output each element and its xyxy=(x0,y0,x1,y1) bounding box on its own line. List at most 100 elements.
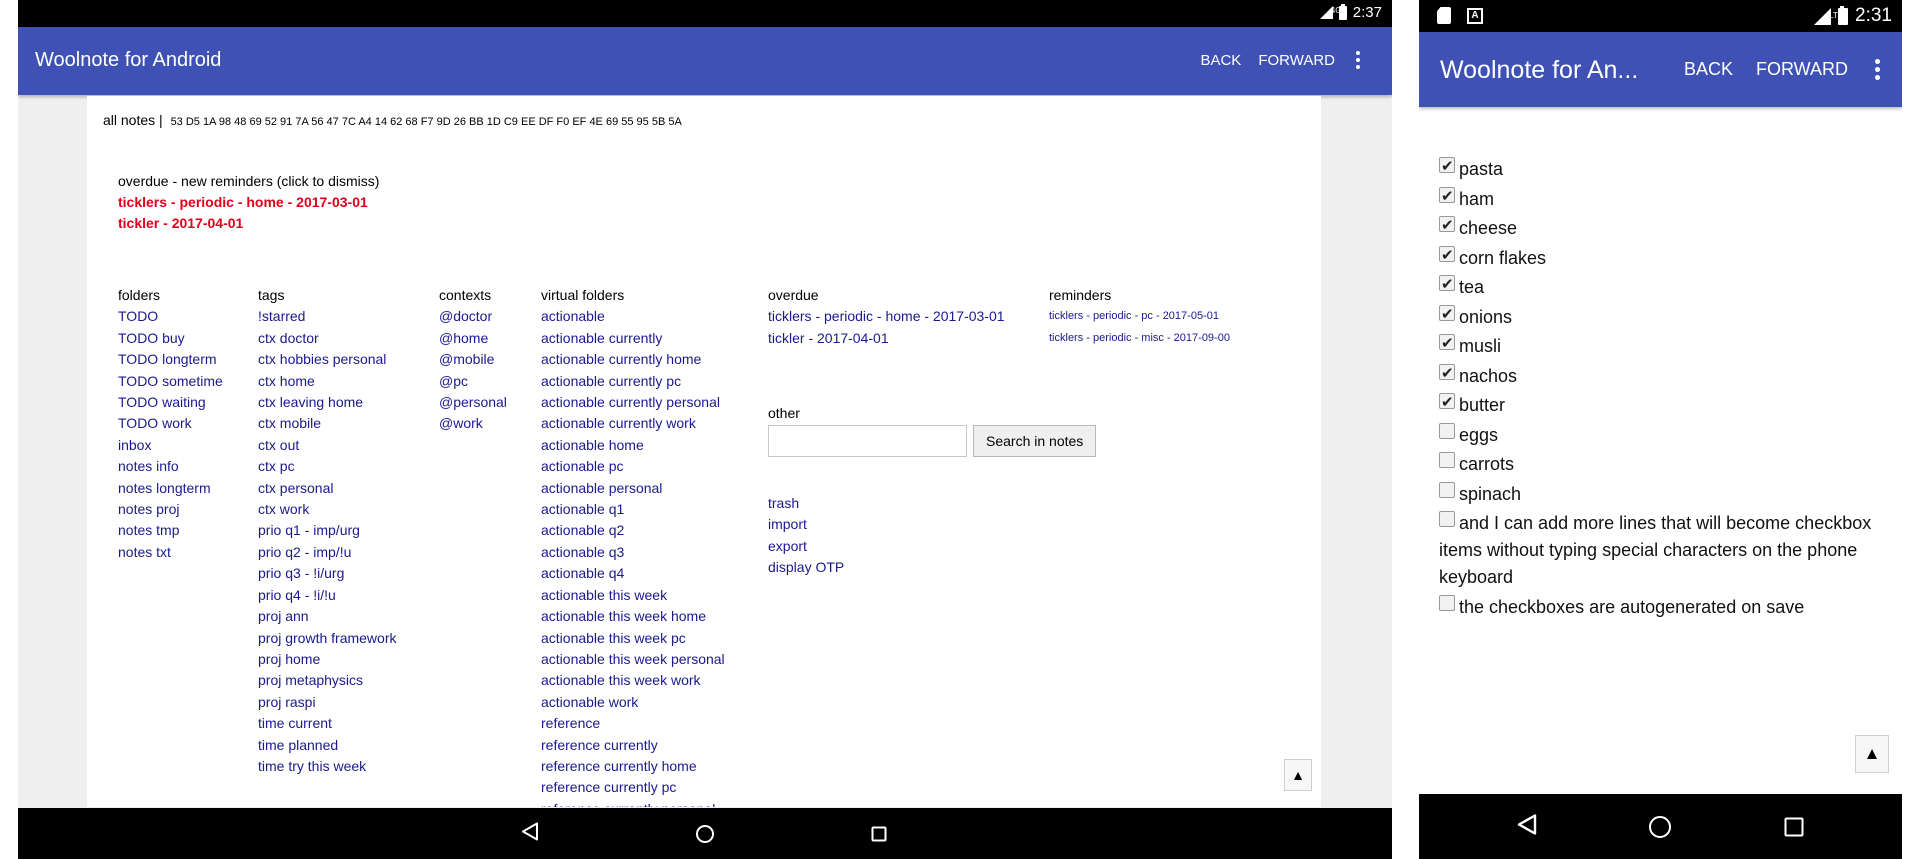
display-otp-link[interactable]: display OTP xyxy=(768,557,844,578)
import-link[interactable]: import xyxy=(768,514,844,535)
virtual-folders-link[interactable]: actionable this week pc xyxy=(541,628,725,649)
folders-link[interactable]: inbox xyxy=(118,435,223,456)
checked-checkbox[interactable] xyxy=(1439,360,1455,387)
overflow-menu-icon[interactable] xyxy=(1352,51,1364,69)
tags-link[interactable]: prio q2 - imp/!u xyxy=(258,542,397,563)
checked-checkbox[interactable] xyxy=(1439,389,1455,416)
folders-link[interactable]: notes info xyxy=(118,456,223,477)
search-in-notes-button[interactable]: Search in notes xyxy=(973,425,1097,457)
overdue-reminder-item[interactable]: tickler - 2017-04-01 xyxy=(118,213,379,234)
all-notes-link[interactable]: all notes | xyxy=(103,112,163,128)
back-nav-icon[interactable] xyxy=(1517,813,1537,840)
scroll-to-top-button[interactable]: ▲ xyxy=(1855,735,1889,773)
tags-link[interactable]: ctx leaving home xyxy=(258,392,397,413)
virtual-folders-link[interactable]: actionable q3 xyxy=(541,542,725,563)
virtual-folders-link[interactable]: actionable currently xyxy=(541,328,725,349)
folders-link[interactable]: TODO work xyxy=(118,413,223,434)
checked-checkbox[interactable] xyxy=(1439,153,1455,180)
contexts-link[interactable]: @home xyxy=(439,328,507,349)
virtual-folders-link[interactable]: actionable this week xyxy=(541,585,725,606)
unchecked-checkbox[interactable] xyxy=(1439,511,1455,527)
virtual-folders-link[interactable]: actionable q1 xyxy=(541,499,725,520)
tags-link[interactable]: ctx doctor xyxy=(258,328,397,349)
tags-link[interactable]: ctx hobbies personal xyxy=(258,349,397,370)
tags-link[interactable]: prio q1 - imp/urg xyxy=(258,520,397,541)
recents-nav-icon[interactable] xyxy=(871,826,887,841)
tags-link[interactable]: proj growth framework xyxy=(258,628,397,649)
overdue-link[interactable]: tickler - 2017-04-01 xyxy=(768,328,1005,349)
virtual-folders-link[interactable]: actionable currently home xyxy=(541,349,725,370)
checked-checkbox[interactable] xyxy=(1439,271,1455,298)
virtual-folders-link[interactable]: actionable this week work xyxy=(541,670,725,691)
contexts-link[interactable]: @doctor xyxy=(439,306,507,327)
virtual-folders-link[interactable]: actionable personal xyxy=(541,478,725,499)
virtual-folders-link[interactable]: actionable this week personal xyxy=(541,649,725,670)
tags-link[interactable]: time try this week xyxy=(258,756,397,777)
forward-button[interactable]: FORWARD xyxy=(1756,59,1848,80)
tags-link[interactable]: time planned xyxy=(258,735,397,756)
tags-link[interactable]: proj home xyxy=(258,649,397,670)
back-button[interactable]: BACK xyxy=(1684,59,1733,80)
back-button[interactable]: BACK xyxy=(1200,52,1241,69)
checked-checkbox[interactable] xyxy=(1439,183,1455,210)
recents-nav-icon[interactable] xyxy=(1784,817,1804,836)
contexts-link[interactable]: @pc xyxy=(439,371,507,392)
tags-link[interactable]: ctx out xyxy=(258,435,397,456)
tags-link[interactable]: time current xyxy=(258,713,397,734)
tags-link[interactable]: prio q3 - !i/urg xyxy=(258,563,397,584)
tags-link[interactable]: ctx home xyxy=(258,371,397,392)
folders-link[interactable]: TODO buy xyxy=(118,328,223,349)
trash-link[interactable]: trash xyxy=(768,493,844,514)
contexts-link[interactable]: @personal xyxy=(439,392,507,413)
tags-link[interactable]: proj ann xyxy=(258,606,397,627)
virtual-folders-link[interactable]: actionable currently personal xyxy=(541,392,725,413)
checked-checkbox[interactable] xyxy=(1439,242,1455,269)
scroll-to-top-button[interactable]: ▲ xyxy=(1284,759,1312,791)
note-id-list[interactable]: 53 D5 1A 98 48 69 52 91 7A 56 47 7C A4 1… xyxy=(171,116,682,128)
virtual-folders-link[interactable]: actionable q4 xyxy=(541,563,725,584)
contexts-link[interactable]: @work xyxy=(439,413,507,434)
unchecked-checkbox[interactable] xyxy=(1439,452,1455,468)
tags-link[interactable]: ctx mobile xyxy=(258,413,397,434)
tags-link[interactable]: ctx pc xyxy=(258,456,397,477)
tags-link[interactable]: !starred xyxy=(258,306,397,327)
tags-link[interactable]: ctx personal xyxy=(258,478,397,499)
virtual-folders-link[interactable]: actionable q2 xyxy=(541,520,725,541)
unchecked-checkbox[interactable] xyxy=(1439,481,1455,498)
back-nav-icon[interactable] xyxy=(521,821,539,846)
folders-link[interactable]: TODO sometime xyxy=(118,371,223,392)
overdue-reminder-item[interactable]: ticklers - periodic - home - 2017-03-01 xyxy=(118,192,379,213)
virtual-folders-link[interactable]: actionable home xyxy=(541,435,725,456)
folders-link[interactable]: TODO waiting xyxy=(118,392,223,413)
virtual-folders-link[interactable]: reference currently xyxy=(541,735,725,756)
folders-link[interactable]: TODO xyxy=(118,306,223,327)
tags-link[interactable]: proj metaphysics xyxy=(258,670,397,691)
folders-link[interactable]: notes proj xyxy=(118,499,223,520)
folders-link[interactable]: notes txt xyxy=(118,542,223,563)
virtual-folders-link[interactable]: actionable pc xyxy=(541,456,725,477)
tags-link[interactable]: prio q4 - !i/!u xyxy=(258,585,397,606)
folders-link[interactable]: TODO longterm xyxy=(118,349,223,370)
overdue-link[interactable]: ticklers - periodic - home - 2017-03-01 xyxy=(768,306,1005,327)
folders-link[interactable]: notes tmp xyxy=(118,520,223,541)
virtual-folders-link[interactable]: reference xyxy=(541,713,725,734)
unchecked-checkbox[interactable] xyxy=(1439,422,1455,439)
checked-checkbox[interactable] xyxy=(1439,330,1455,357)
virtual-folders-link[interactable]: actionable currently work xyxy=(541,413,725,434)
virtual-folders-link[interactable]: actionable xyxy=(541,306,725,327)
contexts-link[interactable]: @mobile xyxy=(439,349,507,370)
checked-checkbox[interactable] xyxy=(1439,301,1455,328)
virtual-folders-link[interactable]: actionable this week home xyxy=(541,606,725,627)
virtual-folders-link[interactable]: reference currently pc xyxy=(541,777,725,798)
reminders-link[interactable]: ticklers - periodic - pc - 2017-05-01 xyxy=(1049,306,1230,327)
virtual-folders-link[interactable]: reference currently home xyxy=(541,756,725,777)
virtual-folders-link[interactable]: reference currently personal xyxy=(541,799,725,807)
overflow-menu-icon[interactable] xyxy=(1871,59,1884,80)
search-input[interactable] xyxy=(768,425,967,457)
reminders-dismiss-heading[interactable]: overdue - new reminders (click to dismis… xyxy=(118,171,379,192)
tags-link[interactable]: proj raspi xyxy=(258,692,397,713)
folders-link[interactable]: notes longterm xyxy=(118,478,223,499)
forward-button[interactable]: FORWARD xyxy=(1258,52,1335,69)
checked-checkbox[interactable] xyxy=(1439,212,1455,239)
virtual-folders-link[interactable]: actionable currently pc xyxy=(541,371,725,392)
